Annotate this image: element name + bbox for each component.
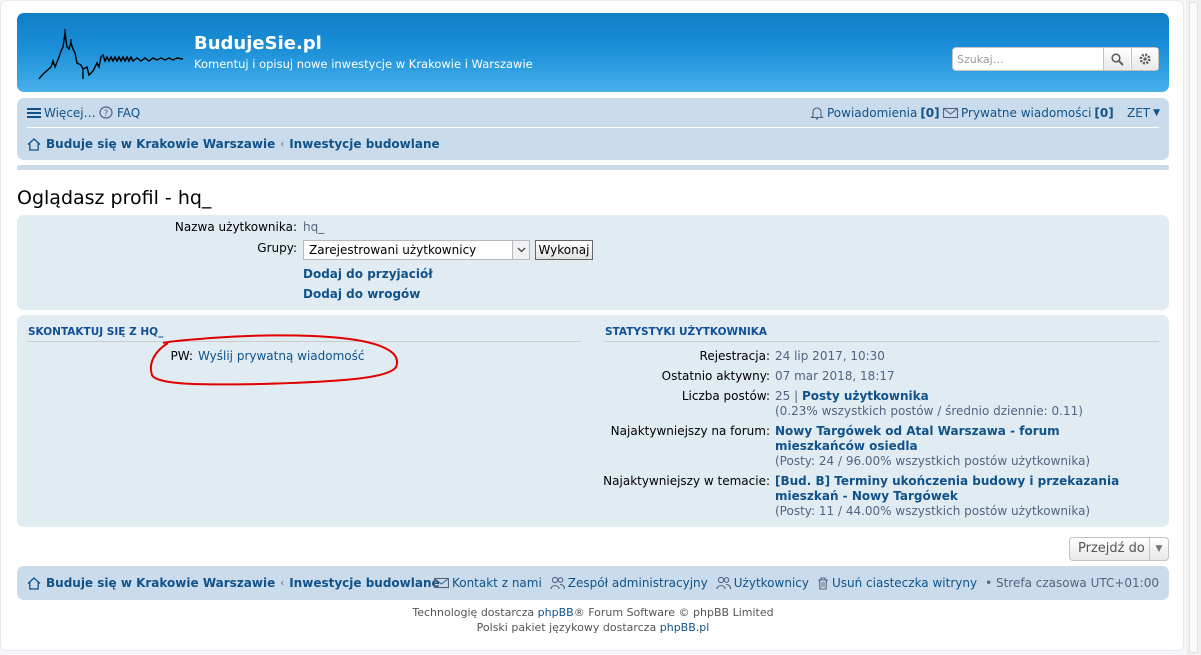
posts-detail: (0.23% wszystkich postów / średnio dzien…: [775, 404, 1083, 418]
page-title: Oglądasz profil - hq_: [17, 187, 212, 209]
notifications-count: [0]: [920, 106, 940, 120]
username-field-label: Nazwa użytkownika:: [174, 220, 297, 234]
search-input[interactable]: [953, 48, 1111, 70]
help-icon: ?: [99, 106, 113, 119]
members-label: Użytkownicy: [733, 576, 809, 590]
active-forum-detail: (Posty: 24 / 96.00% wszystkich postów uż…: [775, 454, 1091, 468]
jump-to-dropdown[interactable]: Przejdź do ▼: [1069, 537, 1169, 561]
language-pack-line: Polski pakiet językowy dostarcza phpBB.p…: [1, 621, 1185, 634]
home-icon[interactable]: [27, 576, 41, 590]
members-link[interactable]: Użytkownicy: [716, 576, 809, 590]
site-header: BudujeSie.pl Komentuj i opisuj nowe inwe…: [17, 13, 1169, 92]
faq-link[interactable]: ? FAQ: [99, 106, 140, 120]
hamburger-icon: [27, 108, 41, 118]
active-topic-link-line2[interactable]: mieszkań - Nowy Targówek: [775, 489, 958, 503]
active-topic-link-line1[interactable]: [Bud. B] Terminy ukończenia budowy i prz…: [775, 474, 1119, 488]
search-button[interactable]: [1103, 48, 1130, 70]
active-topic-label: Najaktywniejszy w temacie:: [603, 474, 770, 488]
notifications-link[interactable]: Powiadomienia [0]: [810, 106, 940, 120]
chevron-down-icon: ▼: [1149, 538, 1168, 560]
team-label: Zespół administracyjny: [567, 576, 708, 590]
profile-panel: Nazwa użytkownika: hq_ Grupy: Zarejestro…: [17, 215, 1169, 310]
registered-label: Rejestracja:: [699, 349, 770, 363]
private-messages-link[interactable]: Prywatne wiadomości [0]: [943, 106, 1114, 120]
page-wrapper: BudujeSie.pl Komentuj i opisuj nowe inwe…: [0, 0, 1184, 651]
add-foe-link[interactable]: Dodaj do wrogów: [303, 287, 420, 301]
groups-select[interactable]: Zarejestrowani użytkownicy: [303, 240, 530, 260]
site-logo[interactable]: [37, 27, 187, 83]
scrollbar-thumb[interactable]: [1189, 2, 1198, 653]
footer-breadcrumb-section[interactable]: Inwestycje budowlane: [289, 576, 439, 590]
search-icon: [1110, 52, 1124, 66]
chevron-down-icon: ▼: [1153, 108, 1161, 118]
username-label: ZET: [1127, 106, 1151, 120]
delete-cookies-link[interactable]: Usuń ciasteczka witryny: [817, 576, 977, 590]
envelope-icon: [943, 107, 958, 119]
breadcrumb: Buduje się w Krakowie Warszawie ‹ Inwest…: [27, 137, 440, 151]
last-active-value: 07 mar 2018, 18:17: [775, 369, 895, 383]
language-prefix: Polski pakiet językowy dostarcza: [476, 621, 657, 634]
phpbb-link[interactable]: phpBB: [538, 606, 574, 619]
add-friend-link[interactable]: Dodaj do przyjaciół: [303, 267, 433, 281]
profile-username: hq_: [303, 220, 325, 234]
jump-to-label: Przejdź do: [1078, 541, 1145, 556]
red-annotation-circle: [149, 334, 399, 386]
breadcrumb-section[interactable]: Inwestycje budowlane: [289, 137, 439, 151]
footer-links: Kontakt z nami Zespół administracyjny Uż…: [433, 576, 1159, 590]
posts-count: 25 |: [775, 389, 799, 403]
trash-icon: [817, 576, 828, 590]
delete-cookies-label: Usuń ciasteczka witryny: [831, 576, 978, 590]
search-box: [952, 47, 1159, 71]
phpbb-pl-link[interactable]: phpBB.pl: [660, 621, 710, 634]
users-icon: [716, 576, 731, 590]
breadcrumb-separator: ‹: [280, 138, 285, 150]
copyright-line: Technologię dostarcza phpBB® Forum Softw…: [1, 606, 1185, 619]
groups-selected-value: Zarejestrowani użytkownicy: [309, 243, 477, 257]
active-forum-link-line1[interactable]: Nowy Targówek od Atal Warszawa - forum: [775, 424, 1060, 438]
active-forum-link-line2[interactable]: mieszkańców osiedla: [775, 439, 918, 453]
contact-us-link[interactable]: Kontakt z nami: [433, 576, 542, 590]
more-menu[interactable]: Więcej…: [27, 106, 96, 120]
bell-icon: [810, 107, 824, 120]
navbar-divider: [27, 127, 1159, 128]
more-label: Więcej…: [44, 106, 96, 120]
active-topic-detail: (Posty: 11 / 44.00% wszystkich postów uż…: [775, 504, 1091, 518]
navbar: Więcej… ? FAQ Powiadomienia [0] Prywatne…: [17, 98, 1169, 160]
posts-label: Liczba postów:: [681, 389, 770, 403]
notifications-label: Powiadomienia: [827, 106, 918, 120]
footer-navbar: Buduje się w Krakowie Warszawie ‹ Inwest…: [17, 566, 1169, 600]
team-link[interactable]: Zespół administracyjny: [550, 576, 708, 590]
groups-go-button[interactable]: Wykonaj: [535, 240, 593, 260]
header-underline: [17, 165, 1169, 170]
registered-value: 24 lip 2017, 10:30: [775, 349, 885, 363]
stats-divider: [604, 341, 1159, 342]
site-title[interactable]: BudujeSie.pl: [194, 33, 322, 54]
gear-icon: [1139, 53, 1151, 65]
users-icon: [550, 576, 565, 590]
powered-suffix: ® Forum Software © phpBB Limited: [573, 606, 774, 619]
messages-label: Prywatne wiadomości: [961, 106, 1092, 120]
stats-heading: Statystyki użytkownika: [605, 326, 768, 338]
breadcrumb-separator: ‹: [280, 577, 285, 589]
breadcrumb-home[interactable]: Buduje się w Krakowie Warszawie: [46, 137, 275, 151]
faq-label: FAQ: [117, 106, 141, 120]
contact-us-label: Kontakt z nami: [451, 576, 542, 590]
footer-breadcrumb: Buduje się w Krakowie Warszawie ‹ Inwest…: [27, 576, 440, 590]
timezone-label: • Strefa czasowa UTC+01:00: [985, 576, 1159, 590]
last-active-label: Ostatnio aktywny:: [661, 369, 770, 383]
active-forum-label: Najaktywniejszy na forum:: [610, 424, 770, 438]
site-description: Komentuj i opisuj nowe inwestycje w Krak…: [194, 57, 533, 71]
svg-text:?: ?: [104, 109, 109, 119]
user-posts-link[interactable]: Posty użytkownika: [802, 389, 929, 403]
messages-count: [0]: [1094, 106, 1114, 120]
footer-breadcrumb-home[interactable]: Buduje się w Krakowie Warszawie: [46, 576, 275, 590]
user-menu[interactable]: ZET ▼: [1127, 106, 1160, 120]
home-icon[interactable]: [27, 137, 41, 151]
powered-prefix: Technologię dostarcza: [412, 606, 535, 619]
envelope-icon: [433, 577, 449, 589]
chevron-down-icon: [512, 241, 529, 259]
vertical-scrollbar[interactable]: [1186, 0, 1201, 655]
advanced-search-button[interactable]: [1131, 48, 1158, 70]
groups-label: Grupy:: [257, 241, 297, 255]
